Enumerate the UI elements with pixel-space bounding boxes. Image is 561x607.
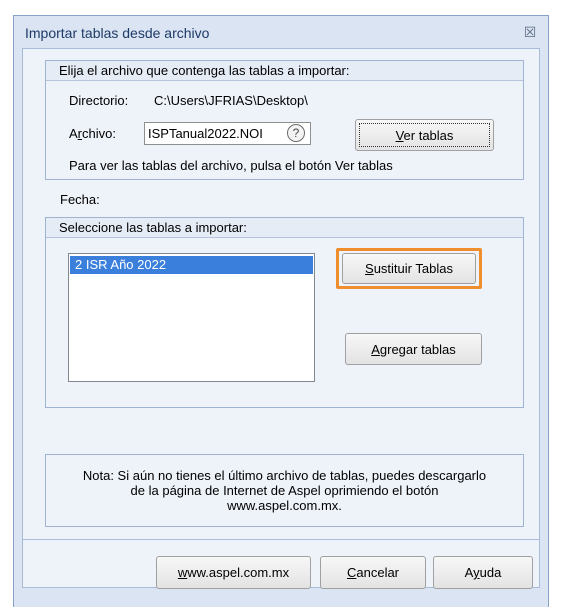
ver-tablas-button[interactable]: Ver tablas <box>355 119 494 151</box>
file-group-header: Elija el archivo que contenga las tablas… <box>46 61 523 81</box>
nota-line-1: Nota: Si aún no tienes el último archivo… <box>82 468 487 483</box>
archivo-input[interactable]: ISPTanual2022.NOI <box>144 122 311 145</box>
file-group: Elija el archivo que contenga las tablas… <box>45 60 524 180</box>
cancel-button[interactable]: Cancelar <box>320 556 426 589</box>
agregar-tablas-label: Agregar tablas <box>371 341 456 357</box>
bottom-separator <box>23 539 539 540</box>
nota-line-3: www.aspel.com.mx. <box>227 498 342 513</box>
directorio-value: C:\Users\JFRIAS\Desktop\ <box>154 93 308 108</box>
fecha-label: Fecha: <box>60 192 100 207</box>
aspel-web-button[interactable]: www.aspel.com.mx <box>156 556 311 589</box>
sustituir-tablas-label: Sustituir Tablas <box>365 261 453 276</box>
cancel-label: Cancelar <box>346 565 400 580</box>
tables-group-header: Seleccione las tablas a importar: <box>46 218 523 238</box>
tables-group: Seleccione las tablas a importar: 2 ISR … <box>45 217 524 408</box>
nota-box: Nota: Si aún no tienes el último archivo… <box>45 454 524 527</box>
import-tables-dialog: Importar tablas desde archivo ☒ Elija el… <box>13 15 549 607</box>
dialog-content: Elija el archivo que contenga las tablas… <box>22 48 540 589</box>
directorio-label: Directorio: <box>69 93 129 108</box>
tables-listbox[interactable]: 2 ISR Año 2022 <box>68 253 315 382</box>
agregar-tablas-button[interactable]: Agregar tablas <box>345 333 482 365</box>
dialog-title: Importar tablas desde archivo <box>25 25 210 41</box>
title-bar: Importar tablas desde archivo ☒ <box>14 16 548 48</box>
sustituir-tablas-button[interactable]: Sustituir Tablas <box>342 253 476 284</box>
aspel-web-label: www.aspel.com.mx <box>177 565 290 580</box>
list-item[interactable]: 2 ISR Año 2022 <box>70 256 313 274</box>
archivo-label: Archivo: <box>69 126 116 141</box>
help-label: Ayuda <box>464 565 502 580</box>
focus-rectangle <box>359 123 490 147</box>
help-icon[interactable]: ? <box>287 124 305 142</box>
nota-line-2: de la página de Internet de Aspel oprimi… <box>130 483 439 498</box>
close-icon[interactable]: ☒ <box>522 24 538 40</box>
ver-tablas-hint: Para ver las tablas del archivo, pulsa e… <box>69 158 393 173</box>
help-button[interactable]: Ayuda <box>433 556 533 589</box>
